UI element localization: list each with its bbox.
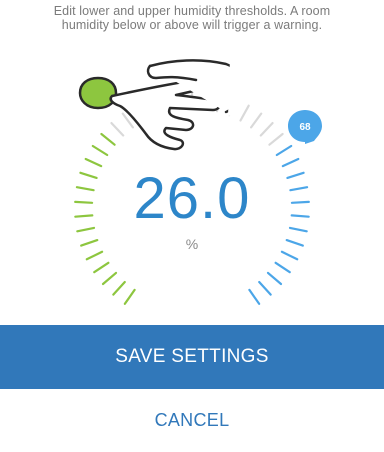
gauge-tick xyxy=(258,280,272,296)
gauge-tick xyxy=(250,112,263,129)
upper-threshold-handle[interactable]: 68 xyxy=(288,110,322,144)
humidity-unit: % xyxy=(185,236,199,252)
gauge-tick xyxy=(266,271,283,286)
cancel-button[interactable]: CANCEL xyxy=(0,389,384,452)
gauge-tick xyxy=(281,157,300,168)
gauge-tick xyxy=(274,261,291,274)
gauge-svg: 33 68 xyxy=(74,58,322,305)
save-settings-button[interactable]: SAVE SETTINGS xyxy=(0,325,384,389)
pointing-hand-icon xyxy=(109,58,244,151)
gauge-tick xyxy=(85,250,104,261)
gauge-tick xyxy=(248,288,261,305)
gauge-tick xyxy=(268,132,284,146)
gauge-tick xyxy=(74,200,94,204)
gauge-tick xyxy=(289,186,309,192)
lower-threshold-value: 33 xyxy=(91,109,103,120)
gauge-tick xyxy=(112,280,126,296)
gauge-tick xyxy=(100,132,116,146)
gauge-tick xyxy=(290,214,310,218)
gauge-tick xyxy=(280,250,299,261)
gauge-tick xyxy=(110,121,125,137)
gauge-tick xyxy=(123,288,136,305)
upper-threshold-value: 68 xyxy=(299,122,311,133)
current-humidity-value: 26.0 xyxy=(133,166,251,231)
gauge-tick xyxy=(290,200,310,204)
gauge-tick xyxy=(101,271,118,286)
humidity-gauge: 33 68 xyxy=(0,0,384,325)
gauge-tick xyxy=(93,261,110,274)
humidity-threshold-screen: Edit lower and upper humidity thresholds… xyxy=(0,0,384,452)
lower-handle-shape xyxy=(78,76,118,110)
gauge-tick xyxy=(259,121,274,137)
gauge-tick xyxy=(91,144,109,157)
gauge-tick xyxy=(84,157,103,168)
gauge-tick xyxy=(74,214,94,218)
gauge-tick xyxy=(275,144,293,157)
gauge-tick xyxy=(288,226,308,233)
